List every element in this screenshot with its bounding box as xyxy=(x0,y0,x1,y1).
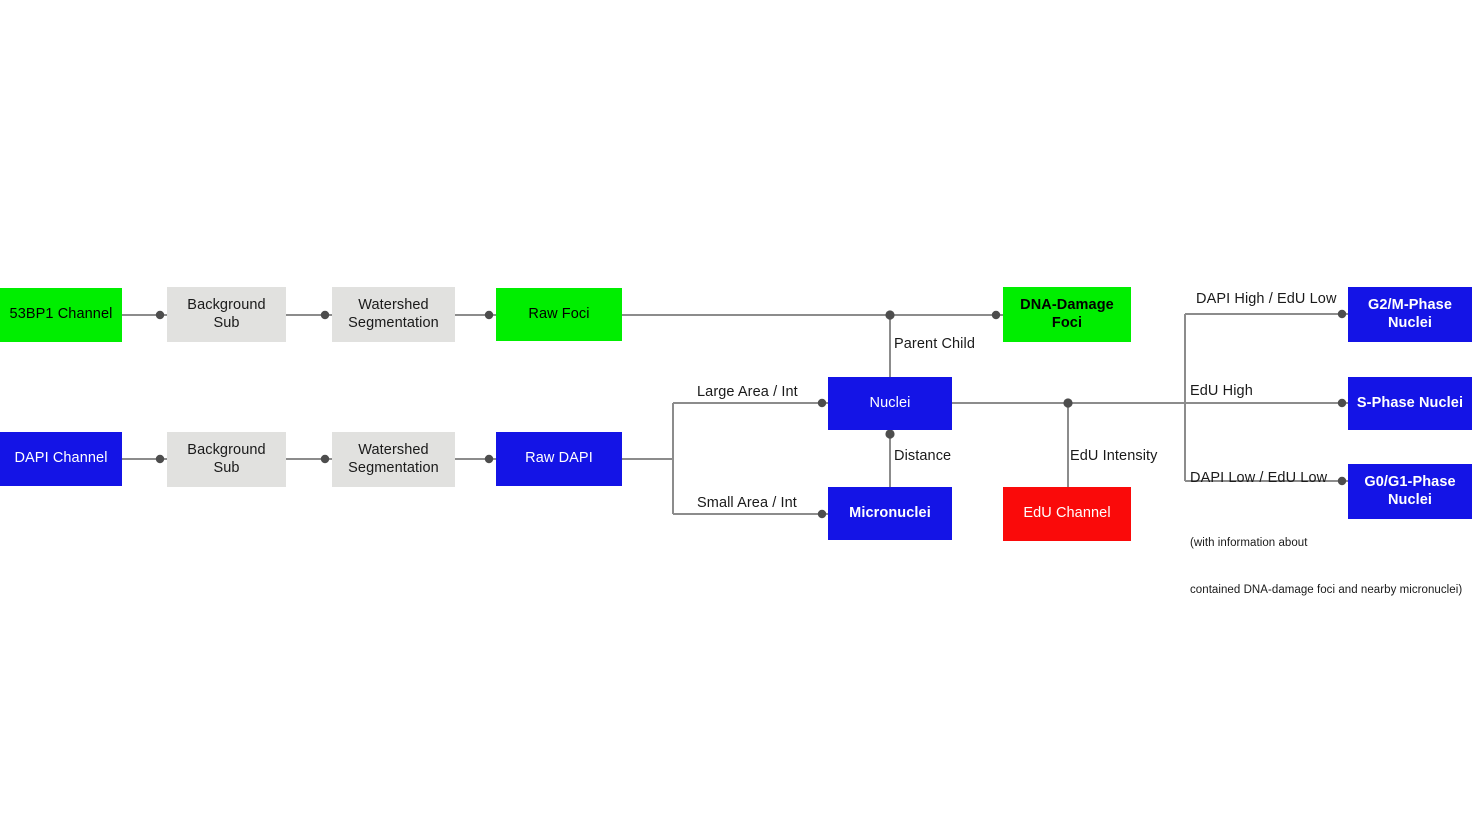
node-nuclei[interactable]: Nuclei xyxy=(828,377,952,430)
caption-line-2: contained DNA-damage foci and nearby mic… xyxy=(1190,583,1463,596)
caption-line-1: (with information about xyxy=(1190,537,1308,550)
edge-label-dapi-low-edu-low: DAPI Low / EdU Low xyxy=(1190,470,1328,486)
edge-label-edu-intensity: EdU Intensity xyxy=(1070,448,1158,464)
nuclei-info-caption: (with information about contained DNA-da… xyxy=(1190,505,1462,629)
node-label: Raw Foci xyxy=(528,305,590,322)
node-label: Background Sub xyxy=(187,441,266,476)
edge-label-distance: Distance xyxy=(894,448,952,464)
node-s-phase-nuclei[interactable]: S-Phase Nuclei xyxy=(1348,377,1472,430)
node-label: DNA-Damage Foci xyxy=(1020,296,1114,331)
node-label: Micronuclei xyxy=(849,504,931,521)
node-edu-channel[interactable]: EdU Channel xyxy=(1003,487,1131,541)
node-label: S-Phase Nuclei xyxy=(1356,394,1464,411)
node-label: G0/G1-Phase Nuclei xyxy=(1364,473,1456,508)
node-label: EdU Channel xyxy=(1023,505,1111,522)
node-53bp1-channel[interactable]: 53BP1 Channel xyxy=(0,288,122,342)
node-raw-foci[interactable]: Raw Foci xyxy=(496,288,622,341)
node-label: 53BP1 Channel xyxy=(9,306,113,323)
node-watershed-segmentation-bottom[interactable]: Watershed Segmentation xyxy=(332,432,455,487)
node-label: G2/M-Phase Nuclei xyxy=(1368,296,1452,331)
node-watershed-segmentation-top[interactable]: Watershed Segmentation xyxy=(332,287,455,342)
edge-label-small-area-int: Small Area / Int xyxy=(697,495,797,511)
node-background-sub-bottom[interactable]: Background Sub xyxy=(167,432,286,487)
node-label: Background Sub xyxy=(187,296,266,331)
edge-label-edu-high: EdU High xyxy=(1190,383,1253,399)
node-g0g1-phase-nuclei[interactable]: G0/G1-Phase Nuclei xyxy=(1348,464,1472,519)
node-label: Raw DAPI xyxy=(525,450,593,467)
flowchart-canvas: 53BP1 Channel Background Sub Watershed S… xyxy=(0,0,1472,828)
node-g2m-phase-nuclei[interactable]: G2/M-Phase Nuclei xyxy=(1348,287,1472,342)
node-dna-damage-foci[interactable]: DNA-Damage Foci xyxy=(1003,287,1131,342)
node-raw-dapi[interactable]: Raw DAPI xyxy=(496,432,622,486)
node-micronuclei[interactable]: Micronuclei xyxy=(828,487,952,540)
edge-label-parent-child: Parent Child xyxy=(894,336,975,352)
connector-wires xyxy=(122,309,1348,519)
node-label: Watershed Segmentation xyxy=(348,441,439,476)
node-label: Nuclei xyxy=(869,394,911,411)
edge-label-large-area-int: Large Area / Int xyxy=(697,384,798,400)
node-label: DAPI Channel xyxy=(14,450,108,467)
node-label: Watershed Segmentation xyxy=(348,296,439,331)
node-background-sub-top[interactable]: Background Sub xyxy=(167,287,286,342)
edge-label-dapi-high-edu-low: DAPI High / EdU Low xyxy=(1196,291,1337,307)
node-dapi-channel[interactable]: DAPI Channel xyxy=(0,432,122,486)
